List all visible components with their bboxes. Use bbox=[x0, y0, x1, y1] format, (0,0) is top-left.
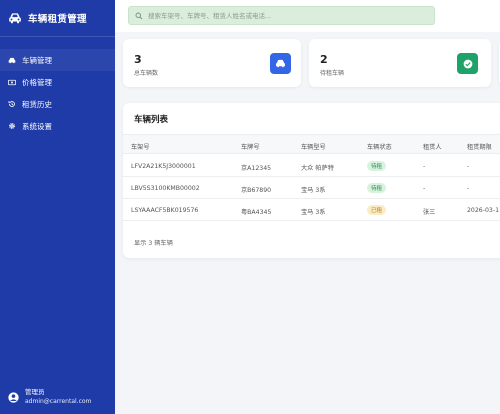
renter-cell: 张三 bbox=[423, 209, 436, 216]
model-cell: 宝马 3系 bbox=[301, 187, 326, 194]
column-header: 车牌号 bbox=[241, 144, 260, 151]
status-badge: 已租 bbox=[367, 205, 387, 215]
car-icon bbox=[8, 56, 16, 64]
app-title: 车辆租赁管理 bbox=[28, 14, 87, 25]
model-cell: 大众 帕萨特 bbox=[301, 165, 334, 172]
search-input[interactable] bbox=[148, 11, 428, 20]
panel-title: 车辆列表 bbox=[134, 115, 169, 125]
stat-value: 3 bbox=[134, 53, 142, 66]
car-logo-icon bbox=[9, 13, 21, 24]
stat-label: 待租车辆 bbox=[320, 70, 345, 77]
vehicle-list-panel: 车辆列表 车架号 车牌号 车辆型号 车辆状态 租赁人 租赁期限 LFV2A21K… bbox=[123, 103, 500, 258]
stat-value: 2 bbox=[320, 53, 328, 66]
search-icon bbox=[135, 12, 143, 19]
status-badge: 待租 bbox=[367, 183, 387, 193]
user-profile[interactable]: 管理员 admin@carrental.com bbox=[8, 388, 91, 406]
divider bbox=[0, 36, 115, 37]
period-cell: 2026-03-1 bbox=[467, 207, 500, 214]
stat-icon-box bbox=[270, 53, 291, 74]
history-icon bbox=[8, 100, 16, 108]
period-cell: - bbox=[467, 185, 470, 192]
money-icon bbox=[8, 78, 16, 86]
column-header: 车架号 bbox=[131, 144, 150, 151]
sidebar-item-pricing[interactable]: 价格管理 bbox=[0, 71, 115, 93]
table-header: 车架号 车牌号 车辆型号 车辆状态 租赁人 租赁期限 bbox=[123, 134, 500, 154]
renter-cell: - bbox=[423, 185, 426, 192]
sidebar-item-label: 系统设置 bbox=[22, 121, 52, 131]
plate-cell: 粤BA4345 bbox=[241, 209, 272, 216]
status-badge: 待租 bbox=[367, 161, 387, 171]
table-row[interactable]: LFV2A21K5J3000001 京A12345 大众 帕萨特 待租 - - bbox=[123, 155, 500, 177]
vin-cell: LFV2A21K5J3000001 bbox=[131, 163, 196, 170]
stat-card-total: 3 总车辆数 bbox=[123, 39, 301, 87]
user-name: 管理员 bbox=[25, 388, 45, 396]
sidebar-item-label: 价格管理 bbox=[22, 77, 52, 87]
sidebar-nav: 车辆管理 价格管理 租赁历史 系统设置 bbox=[0, 49, 115, 137]
column-header: 车辆状态 bbox=[367, 144, 392, 151]
sidebar: 车辆租赁管理 车辆管理 价格管理 租赁历史 系统设置 管理员 admin@car… bbox=[0, 0, 115, 414]
sidebar-item-label: 车辆管理 bbox=[22, 55, 52, 65]
check-circle-icon bbox=[463, 59, 472, 68]
topbar bbox=[115, 0, 500, 32]
vin-cell: LBV5S3100KMB00002 bbox=[131, 185, 200, 192]
plate-cell: 京A12345 bbox=[241, 165, 272, 172]
table-row[interactable]: LSYAAACF5BK019576 粤BA4345 宝马 3系 已租 张三 20… bbox=[123, 199, 500, 221]
plate-cell: 京B67890 bbox=[241, 187, 272, 194]
period-cell: - bbox=[467, 163, 470, 170]
model-cell: 宝马 3系 bbox=[301, 209, 326, 216]
column-header: 租赁人 bbox=[423, 144, 442, 151]
brand: 车辆租赁管理 bbox=[0, 0, 115, 36]
main-content: 3 总车辆数 2 待租车辆 车辆列表 车架号 车牌号 车辆型号 车辆状态 租赁人… bbox=[115, 0, 500, 414]
vin-cell: LSYAAACF5BK019576 bbox=[131, 207, 199, 214]
sidebar-item-vehicles[interactable]: 车辆管理 bbox=[0, 49, 115, 71]
table-footer-count: 显示 3 辆车辆 bbox=[134, 240, 173, 247]
column-header: 租赁期限 bbox=[467, 144, 492, 151]
column-header: 车辆型号 bbox=[301, 144, 326, 151]
sidebar-item-label: 租赁历史 bbox=[22, 99, 52, 109]
user-email: admin@carrental.com bbox=[25, 398, 92, 405]
car-icon bbox=[276, 59, 285, 68]
stat-card-available: 2 待租车辆 bbox=[309, 39, 491, 87]
stat-label: 总车辆数 bbox=[134, 70, 159, 77]
sidebar-item-settings[interactable]: 系统设置 bbox=[0, 115, 115, 137]
table-row[interactable]: LBV5S3100KMB00002 京B67890 宝马 3系 待租 - - bbox=[123, 177, 500, 199]
sidebar-item-history[interactable]: 租赁历史 bbox=[0, 93, 115, 115]
stat-icon-box bbox=[457, 53, 478, 74]
renter-cell: - bbox=[423, 163, 426, 170]
search-box[interactable] bbox=[128, 6, 435, 25]
gear-icon bbox=[8, 122, 16, 130]
user-icon bbox=[8, 391, 19, 403]
